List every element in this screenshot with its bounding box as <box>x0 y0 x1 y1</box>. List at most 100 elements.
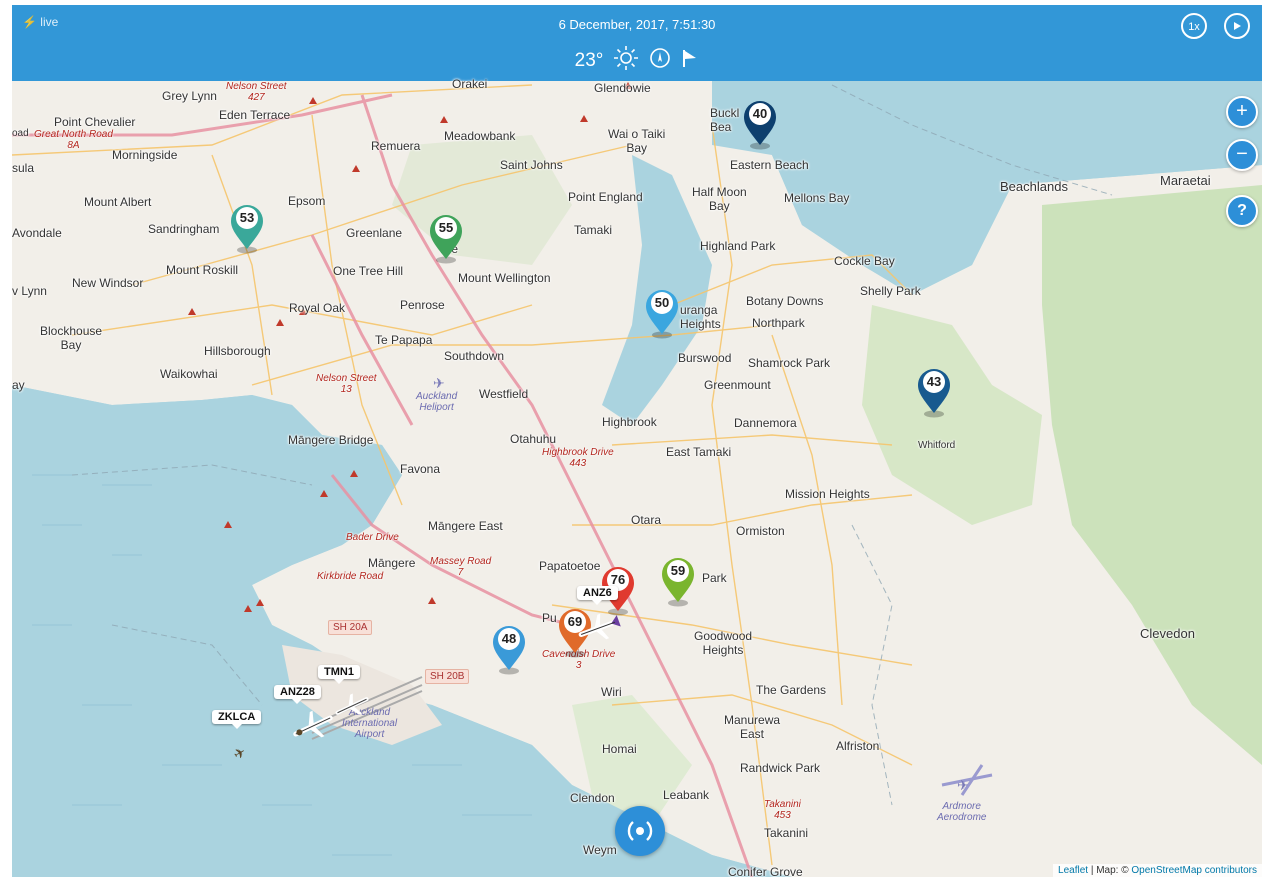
station-marker[interactable]: 43 <box>915 369 953 419</box>
place-label: Alfriston <box>836 739 880 753</box>
peak-icon <box>352 165 360 172</box>
peak-icon <box>224 521 232 528</box>
record-icon <box>627 821 653 841</box>
place-label: Buckl Bea <box>710 106 740 134</box>
road-label: Bader Drive <box>346 532 399 543</box>
place-label: Goodwood Heights <box>694 629 753 657</box>
place-label: Burswood <box>678 351 732 365</box>
place-label: Park <box>702 571 727 585</box>
place-label: Blockhouse Bay <box>40 324 103 352</box>
place-label: Homai <box>602 742 637 756</box>
map-container[interactable]: ⚡ live 6 December, 2017, 7:51:30 23° 1x … <box>12 5 1262 877</box>
station-marker[interactable]: 55 <box>427 215 465 265</box>
speed-button[interactable]: 1x <box>1181 13 1207 39</box>
place-label: Southdown <box>444 349 505 363</box>
osm-link[interactable]: OpenStreetMap contributors <box>1131 865 1257 876</box>
flight-tag[interactable]: ANZ6 <box>577 586 618 605</box>
peak-icon <box>440 116 448 123</box>
place-label: Beachlands <box>1000 179 1068 194</box>
zoom-out-button[interactable]: − <box>1226 139 1258 171</box>
flight-tag[interactable]: ANZ28 <box>274 685 321 704</box>
place-label: Conifer Grove <box>728 865 803 877</box>
marker-value: 50 <box>654 295 670 310</box>
place-label: Tamaki <box>574 223 613 237</box>
highway-shield: SH 20A <box>328 620 373 635</box>
place-label: uranga Heights <box>680 303 721 331</box>
place-label: Papatoetoe <box>539 559 601 573</box>
highway-shield: SH 20B <box>425 669 470 684</box>
place-label: Māngere <box>368 556 416 570</box>
place-label: Weym <box>583 843 617 857</box>
place-label: Highbrook <box>602 415 657 429</box>
place-label: Morningside <box>112 148 178 162</box>
airplane-icon[interactable] <box>332 691 372 721</box>
marker-value: 40 <box>752 106 768 121</box>
road-label: Highbrook Drive 443 <box>542 447 614 469</box>
help-button[interactable]: ? <box>1226 195 1258 227</box>
station-marker[interactable]: 40 <box>741 101 779 151</box>
play-button[interactable] <box>1224 13 1250 39</box>
place-label: Northpark <box>752 316 805 330</box>
airport-icon: ✈ <box>433 375 445 391</box>
place-label: Botany Downs <box>746 294 824 308</box>
peak-icon <box>188 308 196 315</box>
place-label: Waikowhai <box>160 367 218 381</box>
place-label: Maraetai <box>1160 173 1211 188</box>
place-label: ay <box>12 378 25 392</box>
flight-tag[interactable]: TMN1 <box>318 665 360 684</box>
place-label: Shamrock Park <box>748 356 831 370</box>
place-label: Favona <box>400 462 441 476</box>
peak-icon <box>309 97 317 104</box>
place-label: Eden Terrace <box>219 108 291 122</box>
top-bar: ⚡ live 6 December, 2017, 7:51:30 23° 1x <box>12 5 1262 81</box>
place-label: Glendowie <box>594 81 651 95</box>
place-label: Pu <box>542 611 557 625</box>
marker-value: 43 <box>926 374 942 389</box>
station-marker[interactable]: 48 <box>490 626 528 676</box>
airplane-icon[interactable] <box>290 709 333 739</box>
place-label: Greenlane <box>346 226 403 240</box>
place-label: Orakei <box>452 77 488 91</box>
peak-icon <box>428 597 436 604</box>
place-label: Greenmount <box>704 378 771 392</box>
road-label: Great North Road 8A <box>34 129 113 151</box>
station-marker[interactable]: 59 <box>659 558 697 608</box>
place-label: New Windsor <box>72 276 144 290</box>
playback-button[interactable] <box>615 806 665 856</box>
temperature-label: 23° <box>574 50 604 71</box>
place-label: Wai o Taiki Bay <box>608 127 666 155</box>
road-label: Kirkbride Road <box>317 571 384 582</box>
airport-label: Auckland Heliport <box>416 391 458 413</box>
place-label: oad <box>12 128 29 139</box>
zoom-in-button[interactable]: + <box>1226 96 1258 128</box>
flag-icon <box>681 48 699 74</box>
place-label: Randwick Park <box>740 761 821 775</box>
play-icon <box>1232 22 1242 34</box>
peak-icon <box>580 115 588 122</box>
place-label: Hillsborough <box>204 344 271 358</box>
place-label: Sandringham <box>148 222 220 236</box>
place-label: v Lynn <box>12 284 47 298</box>
flight-tag[interactable]: ZKLCA <box>212 710 262 729</box>
marker-value: 76 <box>610 572 626 587</box>
peak-icon <box>320 490 328 497</box>
weather-panel: 23° <box>12 45 1262 77</box>
place-label: Westfield <box>479 387 529 401</box>
place-label: Te Papapa <box>375 333 433 347</box>
place-label: Manurewa East <box>724 713 781 741</box>
station-marker[interactable]: 50 <box>643 290 681 340</box>
place-label: Māngere Bridge <box>288 433 374 447</box>
airplane-icon[interactable] <box>576 611 621 641</box>
airport-label: Ardmore Aerodrome <box>937 801 987 823</box>
place-label: Epsom <box>288 194 326 208</box>
leaflet-link[interactable]: Leaflet <box>1058 865 1088 876</box>
place-label: Saint Johns <box>500 158 563 172</box>
marker-value: 55 <box>438 220 454 235</box>
help-icon: ? <box>1237 202 1247 219</box>
road-label: Massey Road 7 <box>430 556 492 578</box>
station-marker[interactable]: 53 <box>228 205 266 255</box>
place-label: Point Chevalier <box>54 115 136 129</box>
datetime-label: 6 December, 2017, 7:51:30 <box>558 17 716 32</box>
place-label: sula <box>12 161 35 175</box>
attribution: Leaflet | Map: © OpenStreetMap contribut… <box>1053 864 1262 877</box>
